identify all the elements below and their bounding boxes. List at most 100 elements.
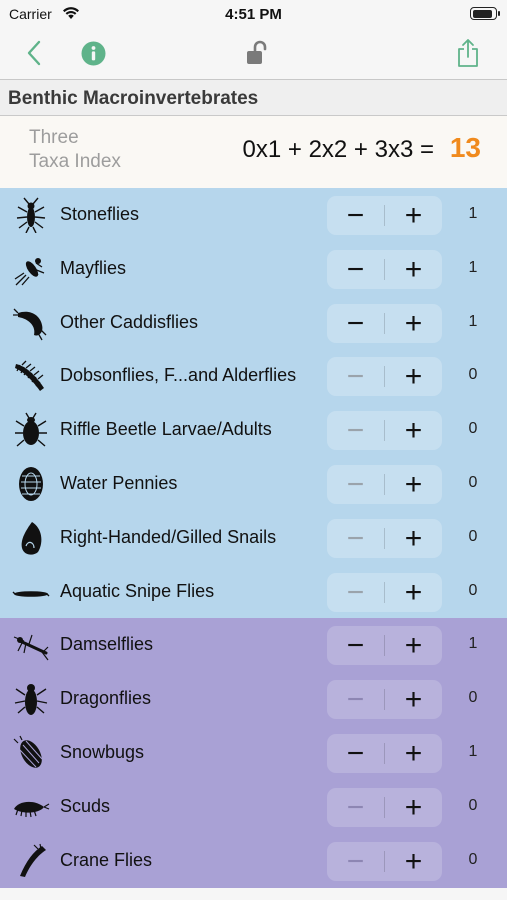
- increment-button[interactable]: +: [385, 734, 442, 773]
- taxon-name: Right-Handed/Gilled Snails: [60, 526, 277, 547]
- taxon-row: Snowbugs − +1: [0, 726, 507, 780]
- increment-button[interactable]: +: [385, 626, 442, 665]
- increment-button[interactable]: +: [385, 250, 442, 289]
- index-label-line-2: Taxa Index: [29, 151, 121, 172]
- taxa-list[interactable]: Stoneflies − +1 Mayflies − +1 Other Caddisflie…: [0, 188, 507, 900]
- taxon-silhouette-icon: [13, 308, 47, 340]
- taxon-row: Other Caddisflies − +1: [0, 295, 507, 350]
- info-button[interactable]: [76, 36, 110, 70]
- taxon-silhouette-icon: [20, 843, 46, 877]
- index-total: 13: [449, 132, 481, 163]
- decrement-button[interactable]: −: [327, 196, 384, 235]
- taxon-row: Scuds − +0: [0, 779, 507, 834]
- increment-button[interactable]: +: [385, 304, 442, 343]
- taxon-row: Riffle Beetle Larvae/Adults − +0: [0, 403, 507, 458]
- taxon-name: Dragonflies: [60, 688, 152, 709]
- decrement-button[interactable]: −: [327, 411, 384, 450]
- index-label-line-1: Three: [29, 127, 79, 148]
- increment-button[interactable]: +: [385, 357, 442, 396]
- taxon-count: 1: [468, 635, 478, 653]
- taxon-row: Right-Handed/Gilled Snails − +0: [0, 510, 507, 565]
- index-formula: 0x1 + 2x2 + 3x3 =: [242, 136, 434, 163]
- taxon-silhouette-icon: [15, 360, 44, 392]
- taxon-silhouette-icon: [14, 684, 48, 716]
- taxon-silhouette-icon: [16, 197, 46, 233]
- status-time: 4:51 PM: [225, 6, 282, 23]
- taxon-row: Dragonflies − +0: [0, 672, 507, 727]
- decrement-button[interactable]: −: [327, 357, 384, 396]
- taxon-name: Riffle Beetle Larvae/Adults: [60, 419, 272, 440]
- decrement-button[interactable]: −: [327, 734, 384, 773]
- taxon-silhouette-icon: [13, 635, 49, 661]
- taxon-count: 1: [468, 312, 478, 330]
- taxon-row: Stoneflies − +1: [0, 188, 507, 242]
- decrement-button[interactable]: −: [327, 842, 384, 881]
- decrement-button[interactable]: −: [327, 250, 384, 289]
- taxon-count: 1: [468, 743, 478, 760]
- taxon-count: 0: [468, 366, 478, 384]
- taxon-name: Scuds: [60, 795, 111, 816]
- increment-button[interactable]: +: [385, 196, 442, 235]
- decrement-button[interactable]: −: [327, 788, 384, 827]
- quantity-stepper: − +: [327, 734, 442, 773]
- section-title: Benthic Macroinvertebrates: [8, 88, 259, 109]
- status-bar: Carrier 4:51 PM: [0, 0, 507, 28]
- taxon-name: Crane Flies: [60, 849, 153, 870]
- back-button[interactable]: [17, 36, 51, 70]
- navigation-bar: [0, 28, 507, 80]
- quantity-stepper: − +: [327, 680, 442, 720]
- increment-button[interactable]: +: [385, 788, 442, 827]
- unlocked-padlock-icon: [247, 40, 267, 64]
- taxon-name: Water Pennies: [60, 473, 178, 493]
- chevron-left-icon: [27, 40, 41, 66]
- quantity-stepper: − +: [327, 841, 442, 881]
- quantity-stepper: − +: [327, 303, 442, 343]
- taxon-silhouette-icon: [13, 735, 43, 768]
- decrement-button[interactable]: −: [327, 465, 384, 504]
- quantity-stepper: − +: [327, 249, 442, 289]
- taxon-count: 0: [468, 689, 478, 707]
- taxon-name: Other Caddisflies: [60, 311, 199, 332]
- taxon-silhouette-icon: [19, 467, 43, 501]
- quantity-stepper: − +: [327, 518, 442, 558]
- quantity-stepper: − +: [327, 787, 442, 827]
- increment-button[interactable]: +: [385, 519, 442, 558]
- quantity-stepper: − +: [327, 411, 442, 451]
- decrement-button[interactable]: −: [327, 626, 384, 665]
- taxon-name: Dobsonflies, F...and Alderflies: [60, 365, 297, 386]
- taxon-name: Aquatic Snipe Flies: [60, 580, 215, 601]
- quantity-stepper: − +: [327, 196, 442, 235]
- share-icon: [458, 39, 478, 67]
- decrement-button[interactable]: −: [327, 573, 384, 612]
- taxon-row: Dobsonflies, F...and Alderflies − +0: [0, 349, 507, 404]
- increment-button[interactable]: +: [385, 842, 442, 881]
- decrement-button[interactable]: −: [327, 519, 384, 558]
- info-icon: [81, 41, 105, 65]
- share-button[interactable]: [451, 36, 485, 70]
- increment-button[interactable]: +: [385, 680, 442, 719]
- taxon-count: 1: [468, 205, 478, 222]
- taxon-count: 0: [468, 796, 478, 814]
- decrement-button[interactable]: −: [327, 680, 384, 719]
- taxon-count: 0: [468, 850, 478, 868]
- quantity-stepper: − +: [327, 465, 442, 504]
- taxon-row: Mayflies − +1: [0, 241, 507, 296]
- taxon-count: 0: [468, 581, 478, 599]
- decrement-button[interactable]: −: [327, 304, 384, 343]
- quantity-stepper: − +: [327, 357, 442, 397]
- increment-button[interactable]: +: [385, 465, 442, 504]
- taxon-name: Damselflies: [60, 634, 154, 655]
- quantity-stepper: − +: [327, 572, 442, 612]
- taxon-silhouette-icon: [15, 412, 47, 447]
- section-header: Benthic Macroinvertebrates: [0, 80, 507, 116]
- taxon-count: 0: [468, 474, 478, 491]
- taxon-name: Snowbugs: [60, 742, 145, 762]
- lock-button[interactable]: [239, 36, 273, 70]
- taxon-silhouette-icon: [14, 801, 50, 817]
- increment-button[interactable]: +: [385, 411, 442, 450]
- taxon-count: 1: [468, 258, 478, 276]
- increment-button[interactable]: +: [385, 573, 442, 612]
- taxon-name: Stoneflies: [60, 204, 140, 224]
- taxon-row: Water Pennies − +0: [0, 457, 507, 511]
- taxon-count: 0: [468, 527, 478, 545]
